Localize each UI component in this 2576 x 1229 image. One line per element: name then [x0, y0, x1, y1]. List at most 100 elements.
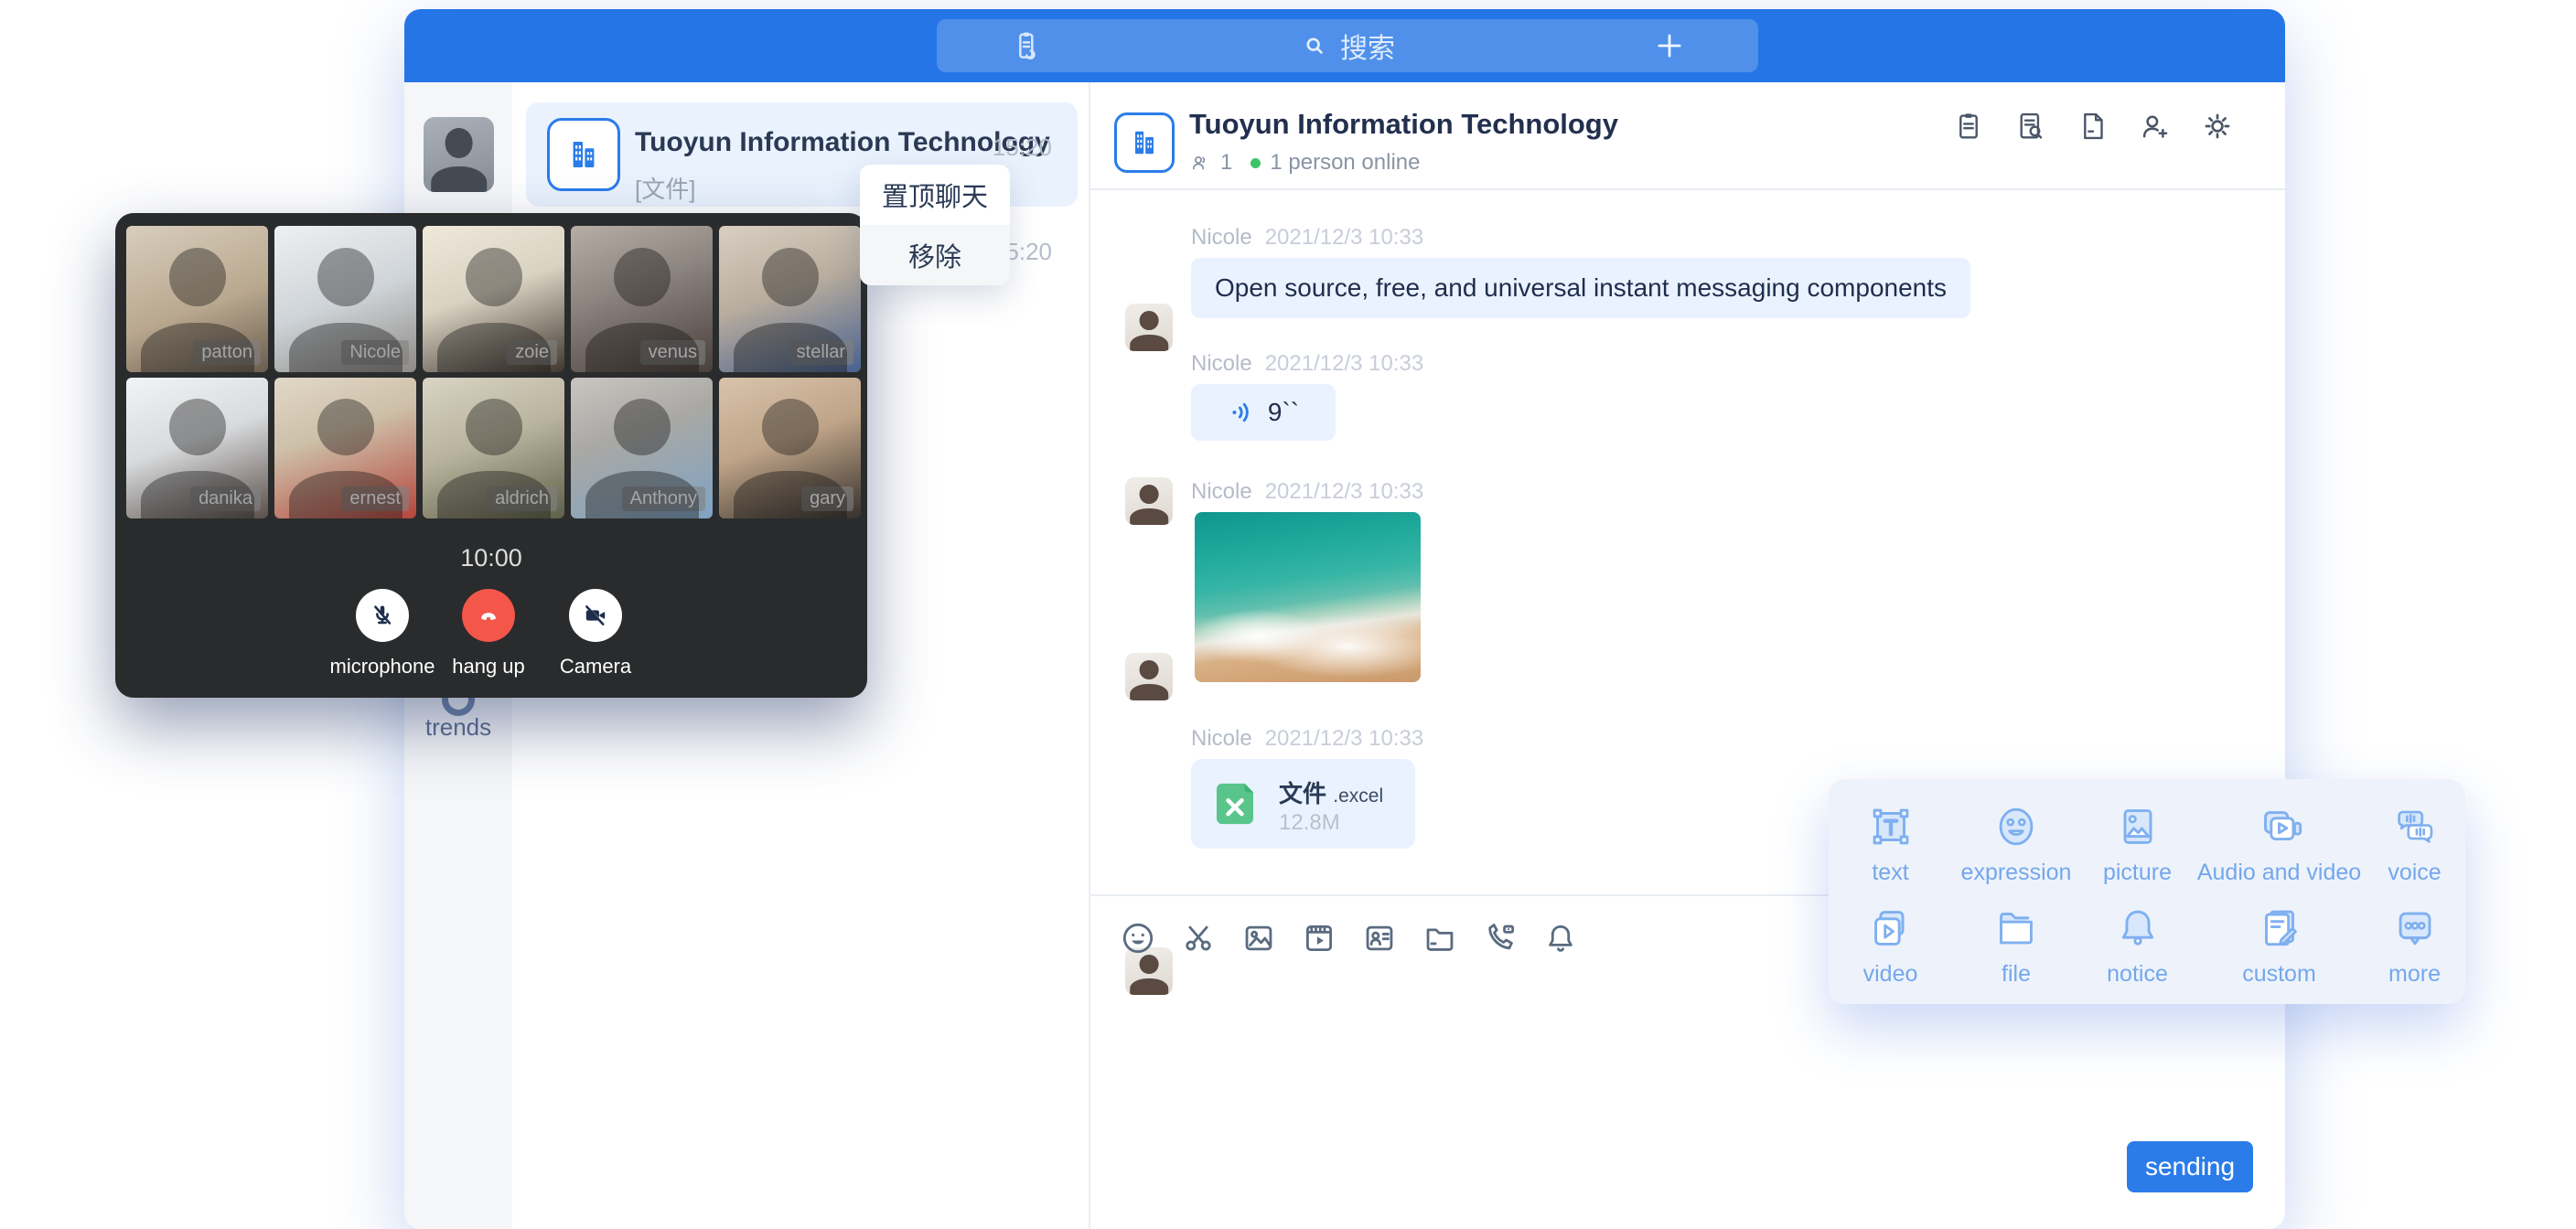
participant-name: ernest	[341, 486, 409, 511]
conversation-last-message: [文件]	[635, 171, 695, 205]
video-call-icon[interactable]	[1481, 919, 1519, 957]
file-size: 12.8M	[1279, 810, 1340, 836]
participant-tile: stellar	[719, 226, 861, 372]
chat-title: Tuoyun Information Technology	[1189, 108, 1618, 141]
group-avatar-icon	[1114, 112, 1175, 173]
participant-name: Anthony	[622, 486, 705, 511]
sender-avatar[interactable]	[1125, 653, 1173, 700]
panel-item-label: expression	[1961, 860, 2072, 886]
video-panel-icon	[1864, 902, 1917, 955]
camera-button[interactable]	[569, 589, 622, 642]
panel-item-label: voice	[2388, 860, 2441, 886]
image-icon[interactable]	[1240, 919, 1278, 957]
folder-icon[interactable]	[1421, 919, 1459, 957]
text-icon	[1864, 800, 1917, 853]
participant-tile: ernest	[274, 378, 416, 518]
panel-item-label: Audio and video	[2197, 860, 2361, 886]
participant-name: gary	[801, 486, 853, 511]
list-main-divider	[1089, 82, 1090, 1229]
plus-icon[interactable]	[1652, 28, 1687, 63]
voice-message-bubble[interactable]: 9``	[1191, 384, 1336, 441]
panel-item-custom[interactable]: custom	[2195, 893, 2364, 995]
hang-up-label: hang up	[452, 655, 525, 679]
video-icon[interactable]	[1300, 919, 1338, 957]
user-avatar[interactable]	[424, 117, 494, 192]
panel-item-file[interactable]: file	[1952, 893, 2080, 995]
settings-icon[interactable]	[2200, 109, 2235, 144]
online-text: 1 person online	[1270, 150, 1420, 176]
notice-icon	[2111, 902, 2164, 955]
hang-up-button[interactable]	[462, 589, 515, 642]
picture-icon	[2111, 800, 2164, 853]
panel-item-text[interactable]: text	[1829, 792, 1952, 893]
microphone-muted-icon	[367, 600, 398, 631]
chat-search-icon[interactable]	[2013, 109, 2048, 144]
members-icon	[1189, 152, 1211, 174]
participant-name: Nicole	[341, 340, 409, 365]
participant-name: aldrich	[487, 486, 557, 511]
topbar-pill: 搜索	[937, 19, 1758, 72]
participant-name: patton	[193, 340, 261, 365]
audio-video-icon	[2253, 800, 2306, 853]
panel-item-label: text	[1872, 860, 1908, 886]
file-extension: .excel	[1333, 785, 1383, 807]
message-text: Open source, free, and universal instant…	[1215, 273, 1947, 303]
camera-label: Camera	[560, 655, 631, 679]
sender-avatar[interactable]	[1125, 304, 1173, 351]
conversation-title: Tuoyun Information Technology	[635, 127, 1050, 158]
conversation-context-menu: 置顶聊天 移除	[860, 165, 1010, 285]
voice-wave-icon	[1228, 398, 1257, 427]
contact-card-icon[interactable]	[1360, 919, 1399, 957]
add-member-icon[interactable]	[2138, 109, 2173, 144]
file-panel-icon	[1990, 902, 2043, 955]
custom-icon	[2253, 902, 2306, 955]
send-button[interactable]: sending	[2127, 1141, 2253, 1192]
panel-item-label: more	[2388, 961, 2441, 988]
trends-label[interactable]: trends	[404, 713, 512, 742]
search-box[interactable]: 搜索	[1300, 26, 1395, 66]
menu-item-pin-chat[interactable]: 置顶聊天	[860, 165, 1010, 225]
screenshot-icon[interactable]	[1179, 919, 1218, 957]
message-meta: Nicole2021/12/3 10:33	[1191, 479, 1423, 505]
participant-tile: zoie	[423, 226, 564, 372]
online-dot	[1250, 158, 1261, 168]
voice-duration: 9``	[1268, 398, 1299, 427]
sender-name: Nicole	[1191, 479, 1252, 504]
participant-name: stellar	[789, 340, 853, 365]
call-record-icon[interactable]	[1008, 27, 1045, 64]
conversation-time: 15:20	[993, 134, 1052, 162]
participant-tile: venus	[571, 226, 713, 372]
message-meta: Nicole2021/12/3 10:33	[1191, 225, 1423, 251]
panel-item-video[interactable]: video	[1829, 893, 1952, 995]
participant-tile: aldrich	[423, 378, 564, 518]
panel-item-audio-video[interactable]: Audio and video	[2195, 792, 2364, 893]
panel-item-more[interactable]: more	[2364, 893, 2465, 995]
message-meta: Nicole2021/12/3 10:33	[1191, 726, 1423, 752]
group-avatar-icon	[547, 118, 620, 191]
call-record-icon[interactable]	[1951, 109, 1986, 144]
file-list-icon[interactable]	[2076, 109, 2110, 144]
panel-item-expression[interactable]: expression	[1952, 792, 2080, 893]
panel-item-voice[interactable]: voice	[2364, 792, 2465, 893]
send-button-label: sending	[2145, 1152, 2235, 1181]
chat-header: Tuoyun Information Technology 1 1 person…	[1090, 82, 2285, 190]
file-name: 文件	[1279, 780, 1326, 807]
microphone-button[interactable]	[356, 589, 409, 642]
participant-name: venus	[640, 340, 705, 365]
panel-item-label: file	[2002, 961, 2031, 988]
participant-tile: danika	[126, 378, 268, 518]
image-message-beach-photo[interactable]	[1195, 512, 1421, 682]
sender-avatar[interactable]	[1125, 477, 1173, 525]
notification-icon[interactable]	[1541, 919, 1580, 957]
emoji-icon[interactable]	[1119, 919, 1157, 957]
panel-item-notice[interactable]: notice	[2080, 893, 2195, 995]
member-count: 1	[1220, 150, 1232, 176]
participant-name: danika	[190, 486, 261, 511]
panel-item-picture[interactable]: picture	[2080, 792, 2195, 893]
participant-tile: Anthony	[571, 378, 713, 518]
participant-tile: Nicole	[274, 226, 416, 372]
message-time: 2021/12/3 10:33	[1265, 351, 1424, 376]
menu-item-remove[interactable]: 移除	[860, 225, 1010, 285]
video-call-overlay: patton Nicole zoie venus stellar danika …	[115, 213, 867, 698]
file-message-card[interactable]: 文件 .excel 12.8M	[1191, 759, 1415, 849]
